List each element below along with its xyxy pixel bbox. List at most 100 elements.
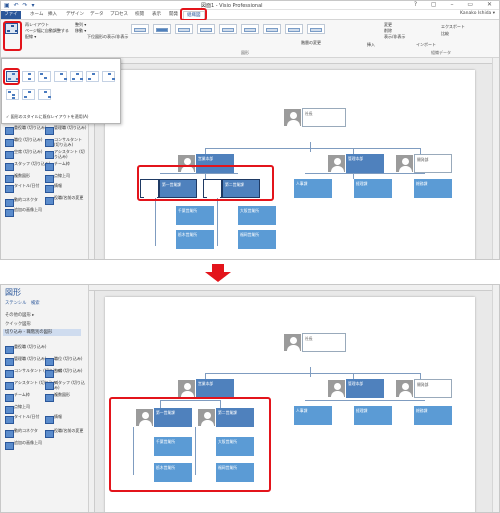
avatar	[157, 206, 176, 225]
stencil-rename[interactable]: 役職/名前の変更	[45, 195, 83, 205]
layout-option-5[interactable]	[70, 71, 83, 82]
avatar	[335, 179, 354, 198]
drawing-canvas[interactable]: 社長 営業本部 管理本部 開発部 第一営業課 第二営業課 人事課 経理課 総務課…	[95, 64, 492, 259]
stencil-manager[interactable]: 管理職 (切り込み)	[5, 356, 46, 366]
layout-option-6[interactable]	[86, 71, 99, 82]
highlight-layout-button	[3, 21, 22, 51]
insert-button[interactable]: 挿入	[367, 42, 375, 48]
tab-view[interactable]: 表示	[149, 11, 164, 19]
connector	[217, 198, 218, 246]
stencil-executive[interactable]: 重役職 (切り込み)	[5, 125, 46, 135]
compare-button[interactable]: 比較	[441, 31, 449, 37]
layout-option-2[interactable]	[22, 71, 35, 82]
selected-stencil[interactable]: 切り込み - 職階別の図形	[3, 329, 81, 336]
tab-developer[interactable]: 開発	[166, 11, 181, 19]
node-label: 経理課	[354, 406, 392, 425]
stencil-staff[interactable]: スタッフ (切り込み)	[5, 161, 50, 171]
stencil-assistant[interactable]: アシスタント (切り込み)	[45, 149, 88, 160]
stencil-info[interactable]: 情報	[45, 183, 62, 193]
change-level-button[interactable]: 階層の変更	[301, 40, 321, 46]
layout-option-8[interactable]	[6, 89, 19, 100]
connector-button[interactable]: 配線 ▾	[25, 34, 36, 40]
stencil-title-date[interactable]: タイトル/日付	[5, 414, 39, 424]
tab-stencils[interactable]: ステンシル	[5, 300, 26, 306]
avatar	[275, 406, 294, 425]
shape-style-1[interactable]	[131, 24, 149, 34]
tab-process[interactable]: プロセス	[107, 11, 131, 19]
node-label: 人事課	[294, 406, 332, 425]
connector	[310, 367, 311, 377]
stencil-vacancy[interactable]: 空席 (切り込み)	[5, 149, 42, 159]
layout-option-10[interactable]	[38, 89, 51, 100]
quick-access-toolbar[interactable]: ▣ ↶ ↷ ▾	[4, 2, 35, 9]
screenshot-before: ▣ ↶ ↷ ▾ 図面1 - Visio Professional ? ▢ – ▭…	[0, 0, 500, 260]
stencil-extra-image[interactable]: 追加の画像上司	[5, 207, 42, 217]
stencil-team-frame[interactable]: チーム枠	[5, 392, 30, 402]
vertical-scrollbar[interactable]	[492, 285, 499, 512]
tab-review[interactable]: 校閲	[132, 11, 147, 19]
layout-option-9[interactable]	[22, 89, 35, 100]
user-account[interactable]: Kanako Ishida ▾	[460, 11, 495, 16]
avatar	[335, 406, 354, 425]
stencil-rename[interactable]: 役職/名前の変更	[45, 428, 83, 438]
stencil-team-frame[interactable]: チーム枠	[45, 161, 70, 171]
ribbon-tabs: ファイル ホーム 挿入 デザイン データ プロセス 校閲 表示 開発 組織図 K…	[1, 10, 499, 25]
apply-style-option[interactable]: ✓ 図形のスタイルに既存レイアウトを適用(A)	[6, 114, 88, 120]
connector	[155, 198, 156, 246]
node-label: 管理本部	[346, 154, 384, 173]
shape-style-4[interactable]	[197, 24, 215, 34]
stencil-multiple[interactable]: 複数図形	[5, 173, 30, 183]
shape-style-3[interactable]	[175, 24, 193, 34]
stencil-dotted-line[interactable]: 点線上司	[45, 173, 70, 183]
avatar	[395, 154, 414, 173]
stencil-staff[interactable]: スタッフ (切り込み)	[45, 380, 88, 391]
node-label: 社長	[302, 108, 346, 127]
shape-style-6[interactable]	[241, 24, 259, 34]
shape-style-8[interactable]	[285, 24, 303, 34]
stencil-extra-image[interactable]: 追加の画像上司	[5, 440, 42, 450]
export-button[interactable]: エクスポート	[441, 24, 465, 30]
stencil-manager[interactable]: 管理職 (切り込み)	[45, 125, 86, 135]
stencil-position[interactable]: 職位 (切り込み)	[45, 356, 82, 366]
shape-style-5[interactable]	[219, 24, 237, 34]
stencil-position[interactable]: 職位 (切り込み)	[5, 137, 42, 147]
stencil-connector[interactable]: 動的コネクタ	[5, 428, 38, 438]
shape-style-2[interactable]	[153, 24, 171, 34]
highlight-layout-option	[3, 68, 20, 85]
tab-insert[interactable]: 挿入	[45, 11, 60, 19]
quick-shapes-link[interactable]: クイック図形	[5, 321, 31, 327]
avatar	[395, 379, 414, 398]
stencil-vacancy[interactable]: 空席 (切り込み)	[45, 368, 82, 378]
show-hide-subordinates-button[interactable]: 下位図形の表示/非表示	[87, 34, 128, 40]
move-button[interactable]: 移動 ▾	[75, 28, 86, 34]
vertical-scrollbar[interactable]	[492, 58, 499, 259]
layout-option-7[interactable]	[102, 71, 115, 82]
tab-home[interactable]: ホーム	[27, 11, 46, 19]
show-hide-button[interactable]: 表示/非表示	[384, 34, 405, 40]
more-shapes-link[interactable]: その他の図形 ▸	[5, 312, 34, 318]
node-label: 開発部	[414, 379, 452, 398]
connector	[305, 173, 425, 174]
tab-file[interactable]: ファイル	[1, 11, 21, 25]
stencil-dotted-line[interactable]: 点線上司	[5, 404, 30, 414]
screenshot-after: 図形 ステンシル 検索 その他の図形 ▸ クイック図形 切り込み - 職階別の図…	[0, 284, 500, 513]
shape-style-9[interactable]	[307, 24, 325, 34]
stencil-executive[interactable]: 重役職 (切り込み)	[5, 344, 46, 354]
node-label: 開発部	[414, 154, 452, 173]
stencil-title-date[interactable]: タイトル/日付	[5, 183, 39, 193]
stencil-consultant[interactable]: コンサルタント (切り込み)	[45, 137, 88, 148]
tab-design[interactable]: デザイン	[63, 11, 87, 19]
layout-option-3[interactable]	[38, 71, 51, 82]
tab-data[interactable]: データ	[87, 11, 107, 19]
title-bar: ▣ ↶ ↷ ▾ 図面1 - Visio Professional ? ▢ – ▭…	[1, 1, 499, 10]
stencil-multiple[interactable]: 複数図形	[45, 392, 70, 402]
connector	[310, 142, 311, 152]
window-controls[interactable]: ? ▢ – ▭ ✕	[414, 1, 498, 8]
stencil-info[interactable]: 情報	[45, 414, 62, 424]
shape-style-7[interactable]	[263, 24, 281, 34]
node-label: 大阪営業所	[238, 206, 276, 225]
layout-option-4[interactable]	[54, 71, 67, 82]
tab-search[interactable]: 検索	[31, 300, 40, 306]
import-button[interactable]: インポート	[416, 42, 436, 48]
stencil-connector[interactable]: 動的コネクタ	[5, 197, 38, 207]
